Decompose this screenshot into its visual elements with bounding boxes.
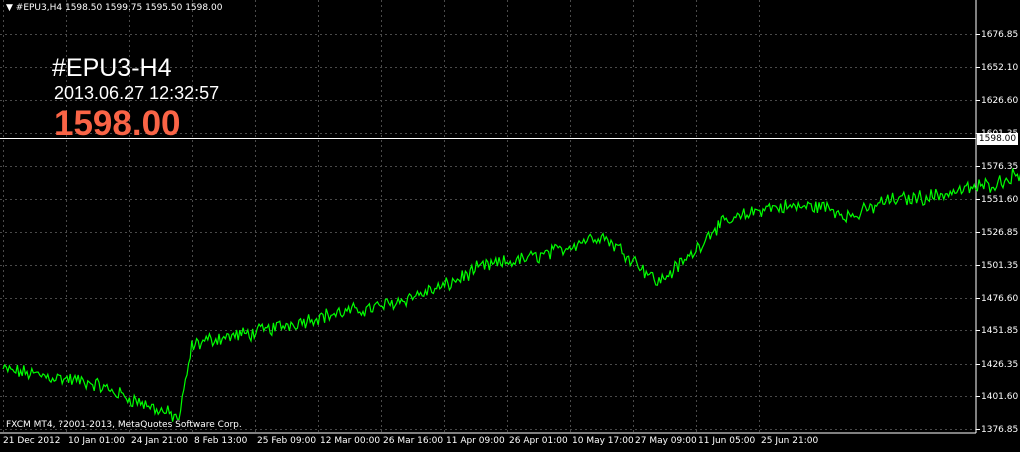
x-tick-label: 8 Feb 13:00 [194, 436, 248, 446]
x-tick-label: 24 Jan 21:00 [131, 436, 188, 446]
x-tick-label: 21 Dec 2012 [3, 436, 61, 446]
chart-header-text: ▼ #EPU3,H4 1598.50 1599.75 1595.50 1598.… [6, 3, 223, 13]
x-tick-label: 10 Jan 01:00 [68, 436, 125, 446]
y-tick-label: 1376.85 [981, 424, 1019, 435]
y-tick-label: 1426.35 [981, 359, 1019, 370]
x-tick-label: 11 Apr 09:00 [446, 436, 505, 446]
y-tick-label: 1576.35 [981, 161, 1019, 172]
x-tick-label: 26 Mar 16:00 [383, 436, 444, 446]
bid-price-label: 1598.00 [54, 104, 181, 143]
x-tick-label: 10 May 17:00 [572, 436, 634, 446]
y-tick-label: 1676.85 [981, 29, 1019, 40]
x-tick-label: 11 Jun 05:00 [698, 436, 756, 446]
x-tick-label: 25 Feb 09:00 [257, 436, 317, 446]
y-tick-label: 1401.60 [981, 391, 1019, 402]
x-tick-label: 12 Mar 00:00 [320, 436, 381, 446]
x-tick-label: 26 Apr 01:00 [509, 436, 568, 446]
y-tick-label: 1551.60 [981, 194, 1019, 205]
y-tick-label: 1652.10 [981, 62, 1019, 73]
y-tick-label: 1476.60 [981, 293, 1019, 304]
copyright-text: FXCM MT4, ?2001-2013, MetaQuotes Softwar… [6, 420, 242, 430]
datetime-label: 2013.06.27 12:32:57 [54, 83, 220, 103]
y-tick-label: 1526.85 [981, 227, 1019, 238]
y-tick-label: 1626.60 [981, 95, 1019, 106]
symbol-label: #EPU3-H4 [52, 54, 172, 82]
y-tick-label: 1451.85 [981, 325, 1019, 336]
y-tick-label: 1501.35 [981, 260, 1019, 271]
current-price-label: 1598.00 [977, 132, 1018, 145]
x-tick-label: 25 Jun 21:00 [761, 436, 819, 446]
x-tick-label: 27 May 09:00 [635, 436, 697, 446]
